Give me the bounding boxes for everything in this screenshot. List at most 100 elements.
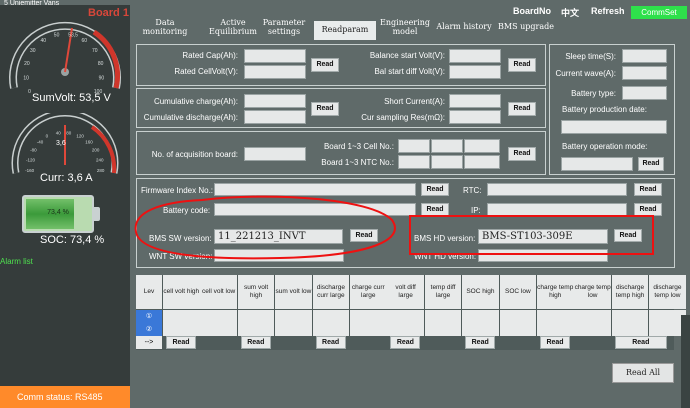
board-ntc-no-field-3[interactable] [464, 155, 500, 169]
grid-cell-r1-c8[interactable] [462, 323, 499, 336]
grid-cell-r0-c10[interactable] [537, 310, 574, 323]
sumvolt-tick-6: 53,5 [68, 33, 78, 39]
firmware-read-button[interactable]: Read [421, 183, 449, 196]
battery-type-field[interactable] [622, 86, 667, 100]
tab-data-monitoring[interactable]: Data monitoring [130, 18, 200, 40]
grid-cell-r1-c12[interactable] [611, 323, 649, 336]
current-read-button[interactable]: Read [508, 102, 536, 116]
right-scroll-edge[interactable] [681, 315, 690, 408]
cur-sampling-label: Cur sampling Res(mΩ): [361, 113, 445, 122]
grid-read-button-0[interactable]: Read [166, 336, 196, 349]
tab-alarm-history[interactable]: Alarm history [434, 19, 494, 40]
rtc-field[interactable] [487, 183, 627, 196]
grid-cell-r1-c0[interactable] [163, 323, 200, 336]
tab-parameter-settings[interactable]: Parameter settings [254, 18, 314, 40]
grid-header-1: cell volt low [200, 275, 237, 309]
current-label: Curr: 3,6 A [40, 172, 93, 184]
battery-percent-text: 73,4 % [47, 209, 69, 216]
grid-row-label-0: ① [136, 310, 162, 323]
rated-read-button[interactable]: Read [311, 58, 339, 72]
tab-readparam[interactable]: Readparam [314, 21, 376, 40]
board-cell-no-field-3[interactable] [464, 139, 500, 153]
balance-read-button[interactable]: Read [508, 58, 536, 72]
commset-button[interactable]: CommSet [631, 6, 687, 19]
operation-mode-field[interactable] [561, 157, 633, 171]
boardno-label: BoardNo [513, 6, 551, 16]
grid-cell-r0-c1[interactable] [200, 310, 237, 323]
sumvolt-tick-8: 70 [92, 48, 98, 54]
curr-tick-2: -120 [26, 157, 36, 162]
grid-row-label-1: ② [136, 323, 162, 336]
grid-cell-r0-c12[interactable] [611, 310, 649, 323]
grid-cell-r0-c4[interactable] [312, 310, 350, 323]
balance-start-field[interactable] [449, 49, 501, 63]
alarm-list-link[interactable]: Alarm list [0, 257, 33, 266]
production-date-field[interactable] [561, 120, 667, 134]
current-wave-field[interactable] [622, 66, 667, 80]
grid-header-6: volt diff large [387, 275, 424, 309]
cum-discharge-field[interactable] [244, 110, 306, 124]
grid-read-button-8[interactable]: Read [465, 336, 496, 349]
sumvolt-gauge: 01020304050 53,560708090100 [9, 21, 121, 95]
acq-board-field[interactable] [244, 147, 306, 161]
grid-cell-r0-c11[interactable] [574, 310, 611, 323]
sleep-time-field[interactable] [622, 49, 667, 63]
grid-cell-r1-c2[interactable] [237, 323, 275, 336]
language-toggle[interactable]: 中文 [561, 6, 579, 19]
grid-read-button-4[interactable]: Read [315, 336, 346, 349]
grid-read-button-10[interactable]: Read [540, 336, 570, 349]
grid-cell-r1-c11[interactable] [574, 323, 611, 336]
grid-read-button-6[interactable]: Read [390, 336, 421, 349]
rtc-read-button[interactable]: Read [634, 183, 662, 196]
grid-cell-r1-c7[interactable] [424, 323, 462, 336]
sumvolt-tick-9: 80 [98, 61, 104, 67]
grid-header-0: cell volt high [163, 275, 200, 309]
refresh-button[interactable]: Refresh [591, 6, 625, 16]
curr-tick-5: 0 [46, 134, 49, 139]
bal-start-diff-label: Bal start diff Volt(V): [374, 67, 445, 76]
sumvolt-label: SumVolt: 53,5 V [32, 92, 111, 104]
rated-cellvolt-field[interactable] [244, 65, 306, 79]
grid-cell-r0-c6[interactable] [387, 310, 424, 323]
cumulative-read-button[interactable]: Read [311, 102, 339, 116]
grid-cell-r0-c3[interactable] [275, 310, 312, 323]
read-all-button[interactable]: Read All [612, 363, 674, 383]
grid-cell-r0-c5[interactable] [350, 310, 387, 323]
curr-tick-8: 120 [76, 134, 84, 139]
grid-cell-r1-c5[interactable] [350, 323, 387, 336]
grid-cell-r0-c0[interactable] [163, 310, 200, 323]
battery-settings-read-button[interactable]: Read [638, 157, 664, 171]
acq-board-label: No. of acquisition board: [151, 150, 238, 159]
grid-read-button-12[interactable]: Read [614, 336, 667, 349]
grid-cell-r1-c10[interactable] [537, 323, 574, 336]
battery-type-label: Battery type: [571, 89, 616, 98]
curr-tick-7: 80 [66, 130, 72, 135]
sumvolt-tick-5: 50 [54, 33, 60, 39]
cum-charge-field[interactable] [244, 94, 306, 108]
tab-engineering-model[interactable]: Engineering model [376, 18, 434, 40]
grid-cell-r1-c3[interactable] [275, 323, 312, 336]
cur-sampling-field[interactable] [449, 110, 501, 124]
grid-header-10: charge temp high [537, 275, 574, 309]
board-read-button[interactable]: Read [508, 147, 536, 161]
grid-read-button-2[interactable]: Read [240, 336, 271, 349]
grid-cell-r0-c9[interactable] [499, 310, 537, 323]
board-ntc-no-field-1[interactable] [398, 155, 430, 169]
board-cell-no-field-2[interactable] [431, 139, 463, 153]
board-cell-no-field-1[interactable] [398, 139, 430, 153]
grid-cell-r0-c8[interactable] [462, 310, 499, 323]
grid-cell-r1-c9[interactable] [499, 323, 537, 336]
rated-cap-field[interactable] [244, 49, 306, 63]
bal-start-diff-field[interactable] [449, 65, 501, 79]
comm-status-bar: Comm status: RS485 [0, 386, 130, 408]
grid-cell-r1-c1[interactable] [200, 323, 237, 336]
ip-label: IP: [471, 206, 481, 215]
grid-cell-r0-c7[interactable] [424, 310, 462, 323]
grid-header-12: discharge temp high [611, 275, 649, 309]
tab-bms-upgrade[interactable]: BMS upgrade [498, 19, 554, 40]
grid-cell-r0-c2[interactable] [237, 310, 275, 323]
board-ntc-no-field-2[interactable] [431, 155, 463, 169]
short-current-field[interactable] [449, 94, 501, 108]
grid-cell-r1-c6[interactable] [387, 323, 424, 336]
grid-cell-r1-c4[interactable] [312, 323, 350, 336]
